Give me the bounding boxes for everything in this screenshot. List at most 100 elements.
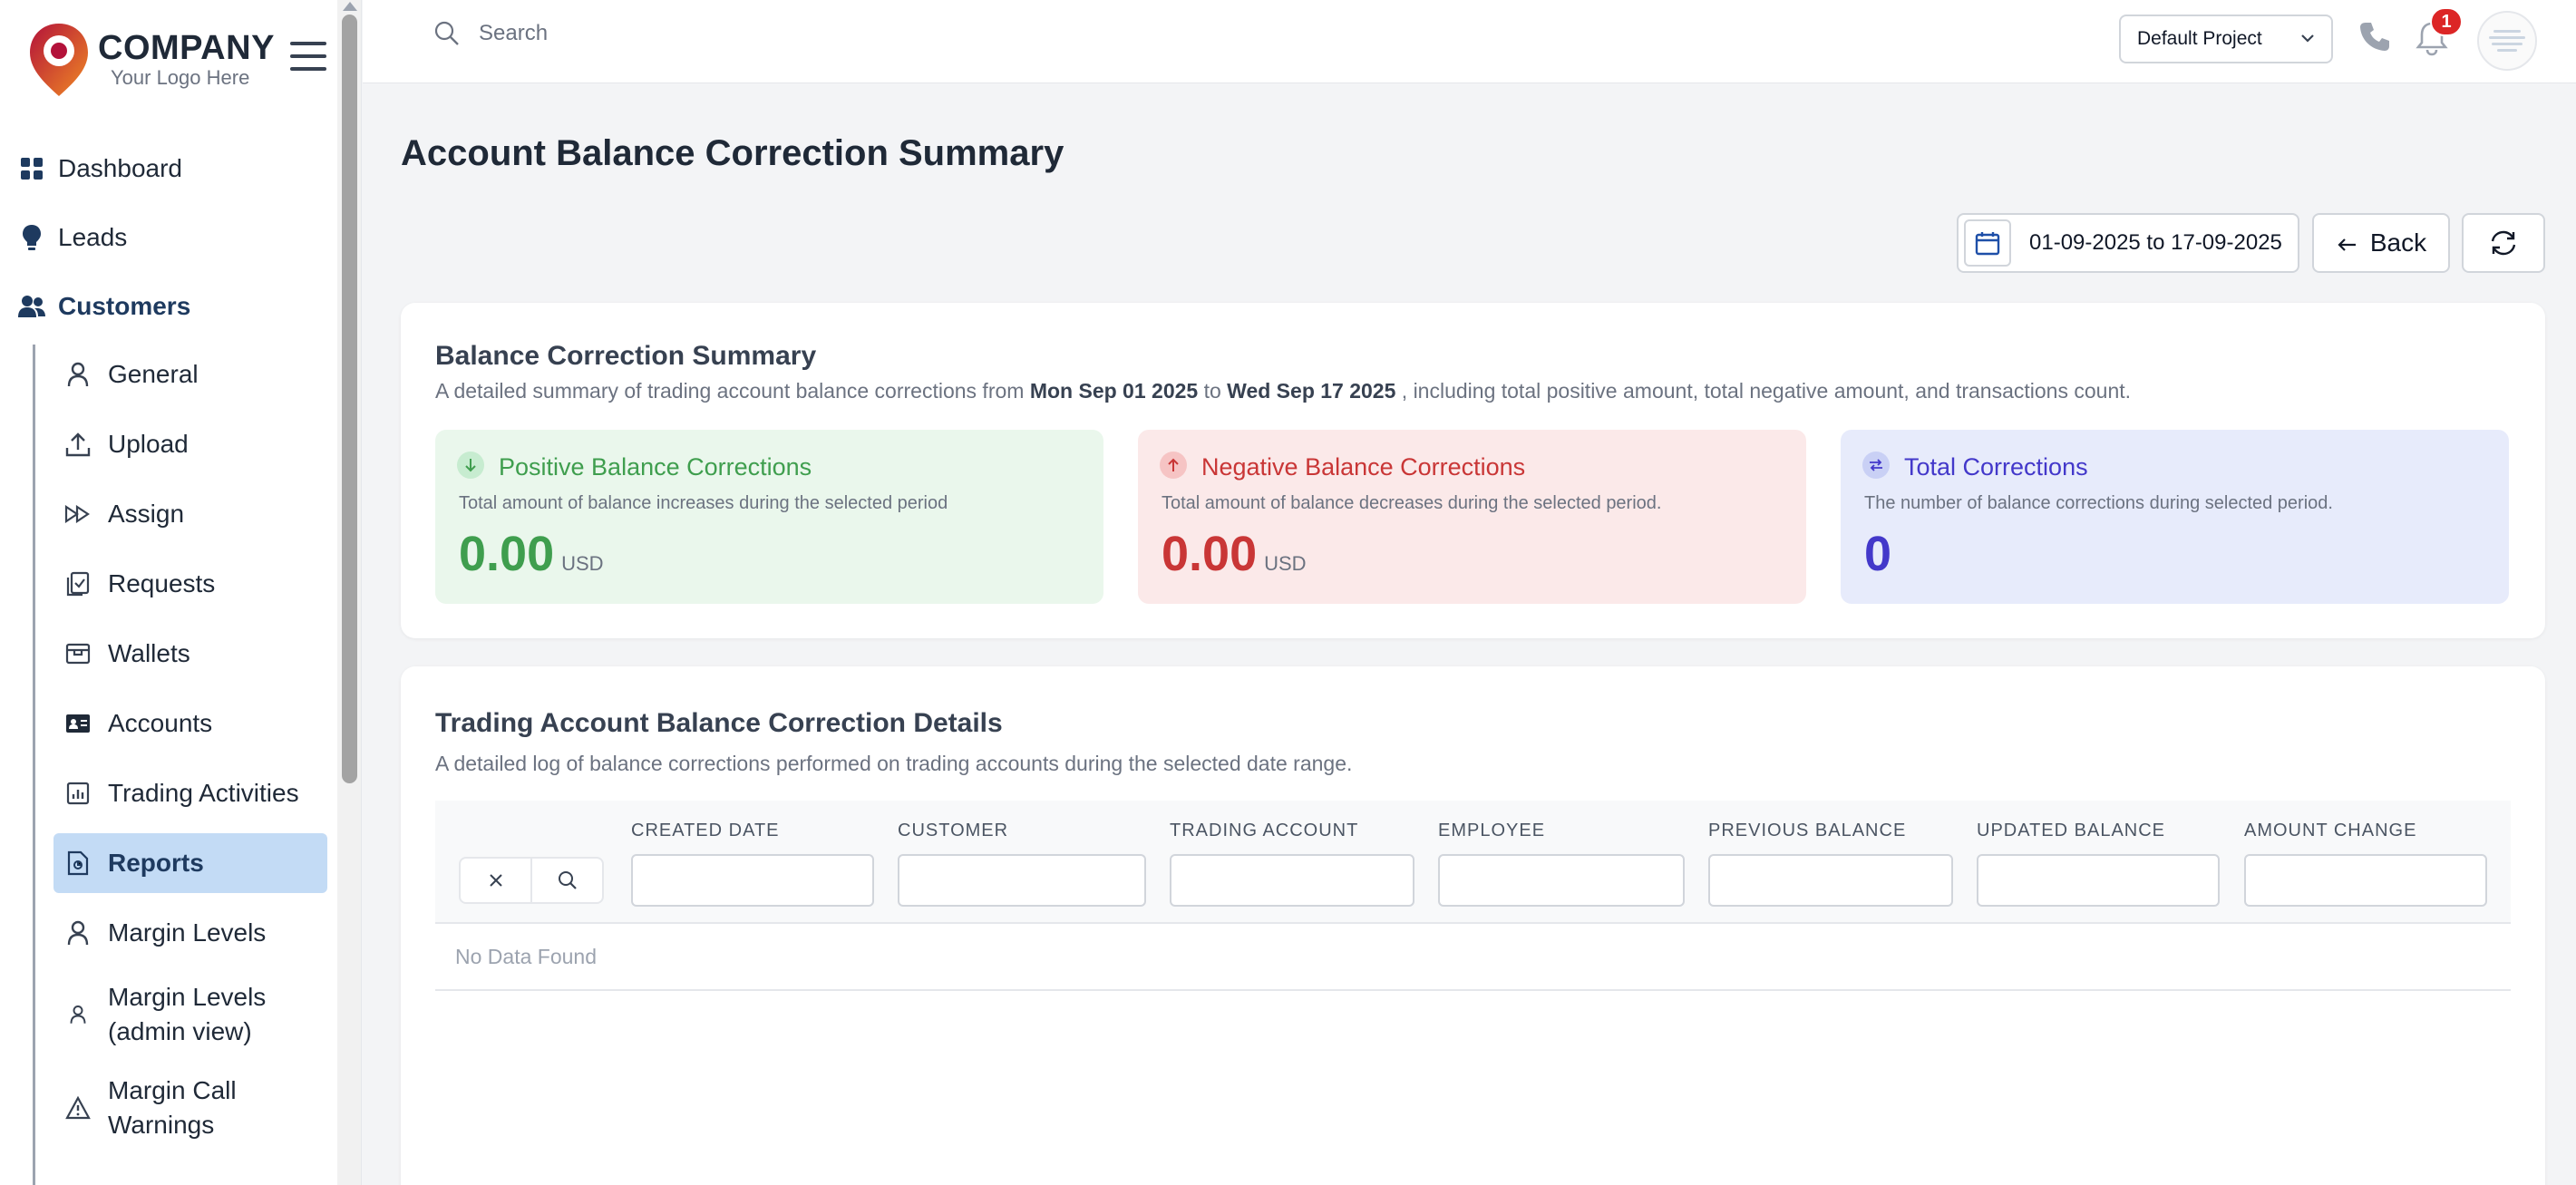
customers-submenu: General Upload Assign Requests Wallets A…: [33, 345, 337, 1185]
date-range-value: 01-09-2025 to 17-09-2025: [2029, 230, 2282, 255]
summary-date-to: Wed Sep 17 2025: [1227, 379, 1396, 403]
lightbulb-icon: [18, 224, 45, 251]
column-trading-account: TRADING ACCOUNT: [1170, 821, 1414, 907]
apply-filter-button[interactable]: [532, 859, 602, 902]
subnav-margin-levels-admin[interactable]: Margin Levels (admin view): [53, 973, 327, 1056]
bar-chart-icon: [64, 780, 92, 807]
column-header-amount-change: AMOUNT CHANGE: [2244, 821, 2417, 840]
filter-employee-input[interactable]: [1438, 854, 1685, 907]
project-select[interactable]: Default Project: [2119, 15, 2333, 63]
column-employee: EMPLOYEE: [1438, 821, 1685, 907]
refresh-button[interactable]: [2462, 213, 2545, 273]
subnav-margin-levels[interactable]: Margin Levels: [53, 903, 327, 963]
clipboard-check-icon: [64, 570, 92, 597]
subnav-general-label: General: [108, 360, 199, 388]
negative-corrections-desc: Total amount of balance decreases during…: [1162, 493, 1662, 513]
back-button[interactable]: Back: [2312, 213, 2450, 273]
column-header-trading-account: TRADING ACCOUNT: [1170, 821, 1359, 840]
negative-corrections-unit: USD: [1264, 552, 1307, 575]
total-corrections-title: Total Corrections: [1904, 453, 2088, 481]
column-amount-change: AMOUNT CHANGE: [2244, 821, 2487, 907]
nav-dashboard[interactable]: Dashboard: [0, 134, 337, 203]
summary-card: Balance Correction Summary A detailed su…: [401, 303, 2545, 638]
user-icon: [64, 919, 92, 947]
subnav-trading-activities[interactable]: Trading Activities: [53, 763, 327, 823]
table-bottom-border: [435, 989, 2511, 991]
topbar: Default Project 1: [363, 0, 2576, 83]
nav-dashboard-label: Dashboard: [58, 154, 182, 182]
filter-previous-balance-input[interactable]: [1708, 854, 1953, 907]
subnav-general[interactable]: General: [53, 345, 327, 404]
subnav-reports-label: Reports: [108, 849, 204, 877]
column-previous-balance: PREVIOUS BALANCE: [1708, 821, 1953, 907]
date-range-picker[interactable]: 01-09-2025 to 17-09-2025: [1957, 213, 2299, 273]
column-header-created-date: CREATED DATE: [631, 821, 780, 840]
negative-corrections-value: 0.00: [1162, 527, 1258, 581]
column-header-employee: EMPLOYEE: [1438, 821, 1546, 840]
arrow-up-icon: [1160, 452, 1187, 479]
column-updated-balance: UPDATED BALANCE: [1977, 821, 2220, 907]
wallet-icon: [64, 640, 92, 667]
positive-corrections-value: 0.00: [459, 527, 555, 581]
user-avatar[interactable]: [2477, 11, 2537, 71]
warning-triangle-icon: [64, 1094, 92, 1122]
swap-arrows-icon: [1862, 452, 1890, 479]
sidebar: COMPANY Your Logo Here Dashboard Leads C…: [0, 0, 362, 1185]
project-select-value: Default Project: [2137, 28, 2262, 49]
id-card-icon: [64, 710, 92, 737]
filter-customer-input[interactable]: [898, 854, 1146, 907]
notification-badge: 1: [2430, 7, 2463, 36]
filter-actions: [459, 857, 604, 904]
subnav-upload-label: Upload: [108, 430, 189, 458]
nav-customers[interactable]: Customers: [0, 272, 337, 341]
subnav-reports[interactable]: Reports: [53, 833, 327, 893]
filter-trading-account-input[interactable]: [1170, 854, 1414, 907]
scrollbar-thumb[interactable]: [342, 15, 357, 783]
summary-title: Balance Correction Summary: [435, 341, 817, 371]
scroll-up-icon[interactable]: [343, 2, 357, 11]
filter-created-date-input[interactable]: [631, 854, 874, 907]
phone-icon[interactable]: [2357, 20, 2392, 54]
fast-forward-icon: [64, 500, 92, 528]
search-icon: [558, 871, 577, 889]
subnav-accounts[interactable]: Accounts: [53, 694, 327, 753]
subnav-assign-label: Assign: [108, 500, 185, 528]
total-corrections-card: Total Corrections The number of balance …: [1841, 430, 2509, 604]
refresh-icon: [2491, 230, 2516, 256]
subnav-margin-call-warnings[interactable]: Margin Call Warnings: [53, 1066, 327, 1150]
subnav-assign[interactable]: Assign: [53, 484, 327, 544]
filter-amount-change-input[interactable]: [2244, 854, 2487, 907]
subnav-wallets-label: Wallets: [108, 639, 190, 667]
subnav-wallets[interactable]: Wallets: [53, 624, 327, 684]
arrow-down-icon: [457, 452, 484, 479]
nav-leads-label: Leads: [58, 223, 128, 251]
table-header: CREATED DATE CUSTOMER TRADING ACCOUNT EM…: [435, 801, 2511, 924]
logo-company-name: COMPANY: [98, 29, 275, 67]
subnav-margin-call-warnings-label: Margin Call Warnings: [108, 1076, 237, 1139]
company-logo[interactable]: COMPANY Your Logo Here: [27, 22, 275, 98]
summary-desc-to: to: [1203, 379, 1221, 403]
user-small-icon: [64, 1001, 92, 1028]
positive-corrections-unit: USD: [561, 552, 604, 575]
column-created-date: CREATED DATE: [631, 821, 874, 907]
user-icon: [64, 361, 92, 388]
search-input[interactable]: [479, 21, 1023, 46]
sidebar-scrollbar[interactable]: [337, 0, 361, 1185]
menu-toggle-icon[interactable]: [290, 42, 326, 71]
table-empty-message: No Data Found: [455, 945, 597, 968]
column-header-updated-balance: UPDATED BALANCE: [1977, 821, 2166, 840]
subnav-requests[interactable]: Requests: [53, 554, 327, 614]
column-header-previous-balance: PREVIOUS BALANCE: [1708, 821, 1907, 840]
nav-leads[interactable]: Leads: [0, 203, 337, 272]
subnav-upload[interactable]: Upload: [53, 414, 327, 474]
upload-icon: [64, 431, 92, 458]
page-title: Account Balance Correction Summary: [401, 133, 1064, 173]
filter-updated-balance-input[interactable]: [1977, 854, 2220, 907]
negative-corrections-value-wrap: 0.00 USD: [1162, 526, 1307, 582]
total-corrections-value: 0: [1864, 527, 1892, 581]
logo-pin-icon: [30, 24, 88, 96]
positive-corrections-value-wrap: 0.00 USD: [459, 526, 604, 582]
summary-desc-suffix: , including total positive amount, total…: [1401, 379, 2132, 403]
calendar-icon: [1964, 219, 2011, 267]
clear-filter-button[interactable]: [461, 859, 532, 902]
